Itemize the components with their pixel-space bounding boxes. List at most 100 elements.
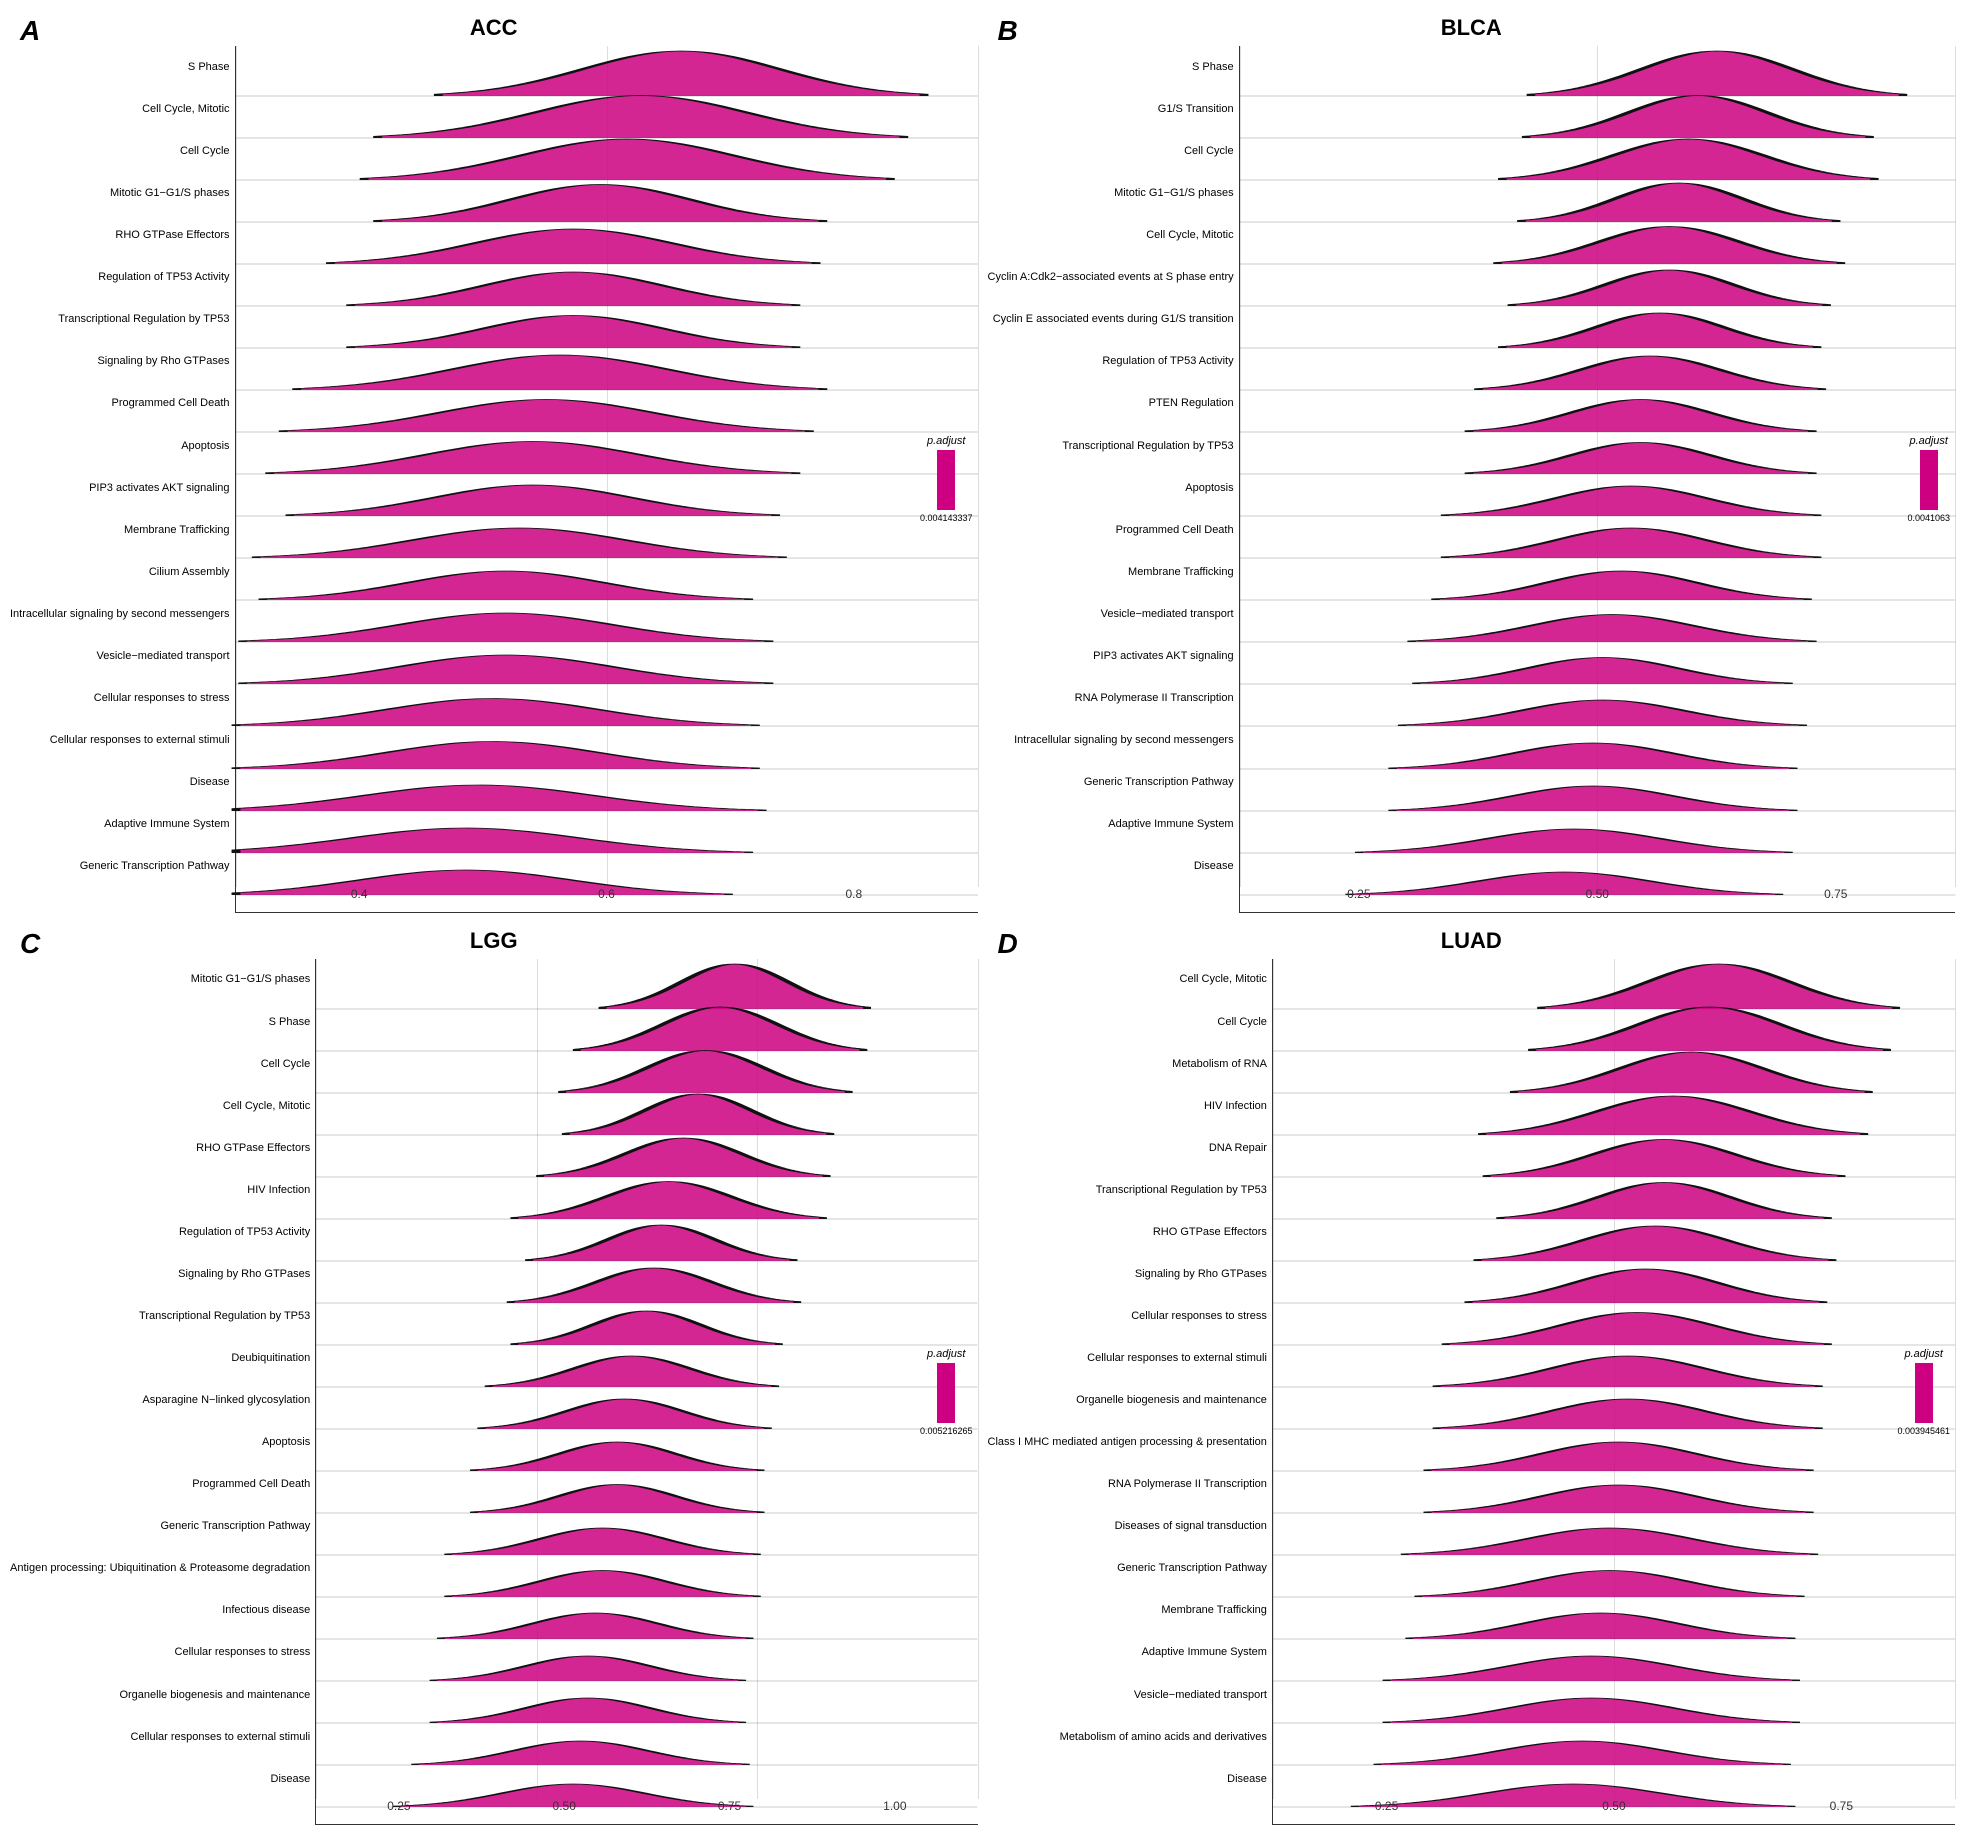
ridge-row <box>1273 1337 1955 1379</box>
x-axis: 0.250.500.75 <box>1240 887 1955 912</box>
x-tick: 0.75 <box>1824 887 1847 901</box>
ridge-row <box>316 1295 977 1337</box>
y-label: Programmed Cell Death <box>10 397 230 409</box>
ridge-row <box>316 1589 977 1631</box>
ridge-row <box>1273 1043 1955 1085</box>
y-label: Diseases of signal transduction <box>988 1520 1267 1532</box>
ridge-row <box>236 634 978 676</box>
ridge-row <box>316 1001 977 1043</box>
ridge-row <box>316 1715 977 1757</box>
y-label: Apoptosis <box>10 1436 310 1448</box>
x-tick: 0.25 <box>1375 1799 1398 1813</box>
legend-c: p.adjust0.005216265 <box>920 1348 973 1436</box>
ridge-plots <box>1273 959 1955 1800</box>
ridge-row <box>316 1379 977 1421</box>
legend-title: p.adjust <box>927 1348 966 1360</box>
ridge-row <box>236 382 978 424</box>
y-label: Disease <box>10 1773 310 1785</box>
legend-bar <box>1920 450 1938 510</box>
ridge-row <box>1273 1631 1955 1673</box>
legend-title: p.adjust <box>1904 1348 1943 1360</box>
ridge-row <box>1273 1127 1955 1169</box>
ridge-row <box>1240 88 1955 130</box>
ridge-row <box>236 88 978 130</box>
y-label: Programmed Cell Death <box>10 1478 310 1490</box>
chart-area-d: Cell Cycle, Mitotic Cell Cycle Metabolism … <box>988 959 1956 1826</box>
ridge-row <box>316 1043 977 1085</box>
ridge-row <box>1240 550 1955 592</box>
ridge-row <box>1240 214 1955 256</box>
ridge-row <box>236 298 978 340</box>
ridge-row <box>1240 719 1955 761</box>
y-label: HIV Infection <box>988 1100 1267 1112</box>
y-label: Mitotic G1−G1/S phases <box>10 187 230 199</box>
y-label: PTEN Regulation <box>988 397 1234 409</box>
ridge-row <box>1240 761 1955 803</box>
y-label: Generic Transcription Pathway <box>988 1562 1267 1574</box>
panel-label-d: D <box>998 928 1018 960</box>
y-label: Antigen processing: Ubiquitination & Pro… <box>10 1562 310 1574</box>
y-label: PIP3 activates AKT signaling <box>988 650 1234 662</box>
ridge-row <box>316 1085 977 1127</box>
y-label: Cellular responses to external stimuli <box>10 1731 310 1743</box>
ridge-container-d: 0.250.500.75 <box>1272 959 1955 1826</box>
y-label: Transcriptional Regulation by TP53 <box>10 1310 310 1322</box>
y-label: PIP3 activates AKT signaling <box>10 482 230 494</box>
ridge-row <box>316 1673 977 1715</box>
y-label: Signaling by Rho GTPases <box>10 355 230 367</box>
y-label: RHO GTPase Effectors <box>988 1226 1267 1238</box>
y-label: Generic Transcription Pathway <box>10 860 230 872</box>
y-label: Cellular responses to stress <box>10 1646 310 1658</box>
y-label: DNA Repair <box>988 1142 1267 1154</box>
y-label: Disease <box>10 776 230 788</box>
panel-title-c: LGG <box>10 928 978 954</box>
ridge-container-c: 0.250.500.751.00 <box>315 959 977 1826</box>
ridge-plots <box>1240 46 1955 887</box>
x-axis: 0.250.500.75 <box>1273 1799 1955 1824</box>
y-label: S Phase <box>10 1016 310 1028</box>
y-label: Cellular responses to stress <box>10 692 230 704</box>
y-label: Cell Cycle <box>988 1016 1267 1028</box>
ridge-row <box>236 256 978 298</box>
ridge-row <box>1240 634 1955 676</box>
ridge-row <box>316 1127 977 1169</box>
y-label: Apoptosis <box>988 482 1234 494</box>
ridge-row <box>1240 803 1955 845</box>
panel-d: DLUADCell Cycle, MitoticCell CycleMetabo… <box>988 923 1956 1826</box>
ridge-row <box>236 214 978 256</box>
ridge-row <box>1273 1589 1955 1631</box>
legend-d: p.adjust0.003945461 <box>1897 1348 1950 1436</box>
ridge-row <box>316 1211 977 1253</box>
ridge-row <box>1273 1085 1955 1127</box>
y-label: RHO GTPase Effectors <box>10 229 230 241</box>
y-label: Signaling by Rho GTPases <box>988 1268 1267 1280</box>
ridge-row <box>1240 845 1955 887</box>
y-label: Metabolism of amino acids and derivative… <box>988 1731 1267 1743</box>
y-labels-b: S PhaseG1/S TransitionCell CycleMitotic … <box>988 46 1239 913</box>
panel-title-b: BLCA <box>988 15 1956 41</box>
y-label: Cilium Assembly <box>10 566 230 578</box>
y-label: Intracellular signaling by second messen… <box>988 734 1234 746</box>
x-axis: 0.250.500.751.00 <box>316 1799 977 1824</box>
ridge-row <box>1240 508 1955 550</box>
y-label: RNA Polymerase II Transcription <box>988 692 1234 704</box>
y-label: Cell Cycle, Mitotic <box>988 973 1267 985</box>
ridge-row <box>236 424 978 466</box>
y-label: HIV Infection <box>10 1184 310 1196</box>
panel-label-b: B <box>998 15 1018 47</box>
y-label: Disease <box>988 860 1234 872</box>
legend-value: 0.0041063 <box>1907 513 1950 523</box>
ridge-row <box>316 1505 977 1547</box>
legend-value: 0.004143337 <box>920 513 973 523</box>
ridge-row <box>1240 172 1955 214</box>
ridge-plots <box>316 959 977 1800</box>
y-label: Cellular responses to external stimuli <box>10 734 230 746</box>
panel-title-a: ACC <box>10 15 978 41</box>
ridge-container-a: 0.40.60.8 <box>235 46 978 913</box>
y-label: Vesicle−mediated transport <box>988 608 1234 620</box>
ridge-row <box>1240 676 1955 718</box>
ridge-row <box>236 676 978 718</box>
y-label: Generic Transcription Pathway <box>10 1520 310 1532</box>
y-label: Regulation of TP53 Activity <box>10 271 230 283</box>
x-tick: 0.25 <box>1347 887 1370 901</box>
